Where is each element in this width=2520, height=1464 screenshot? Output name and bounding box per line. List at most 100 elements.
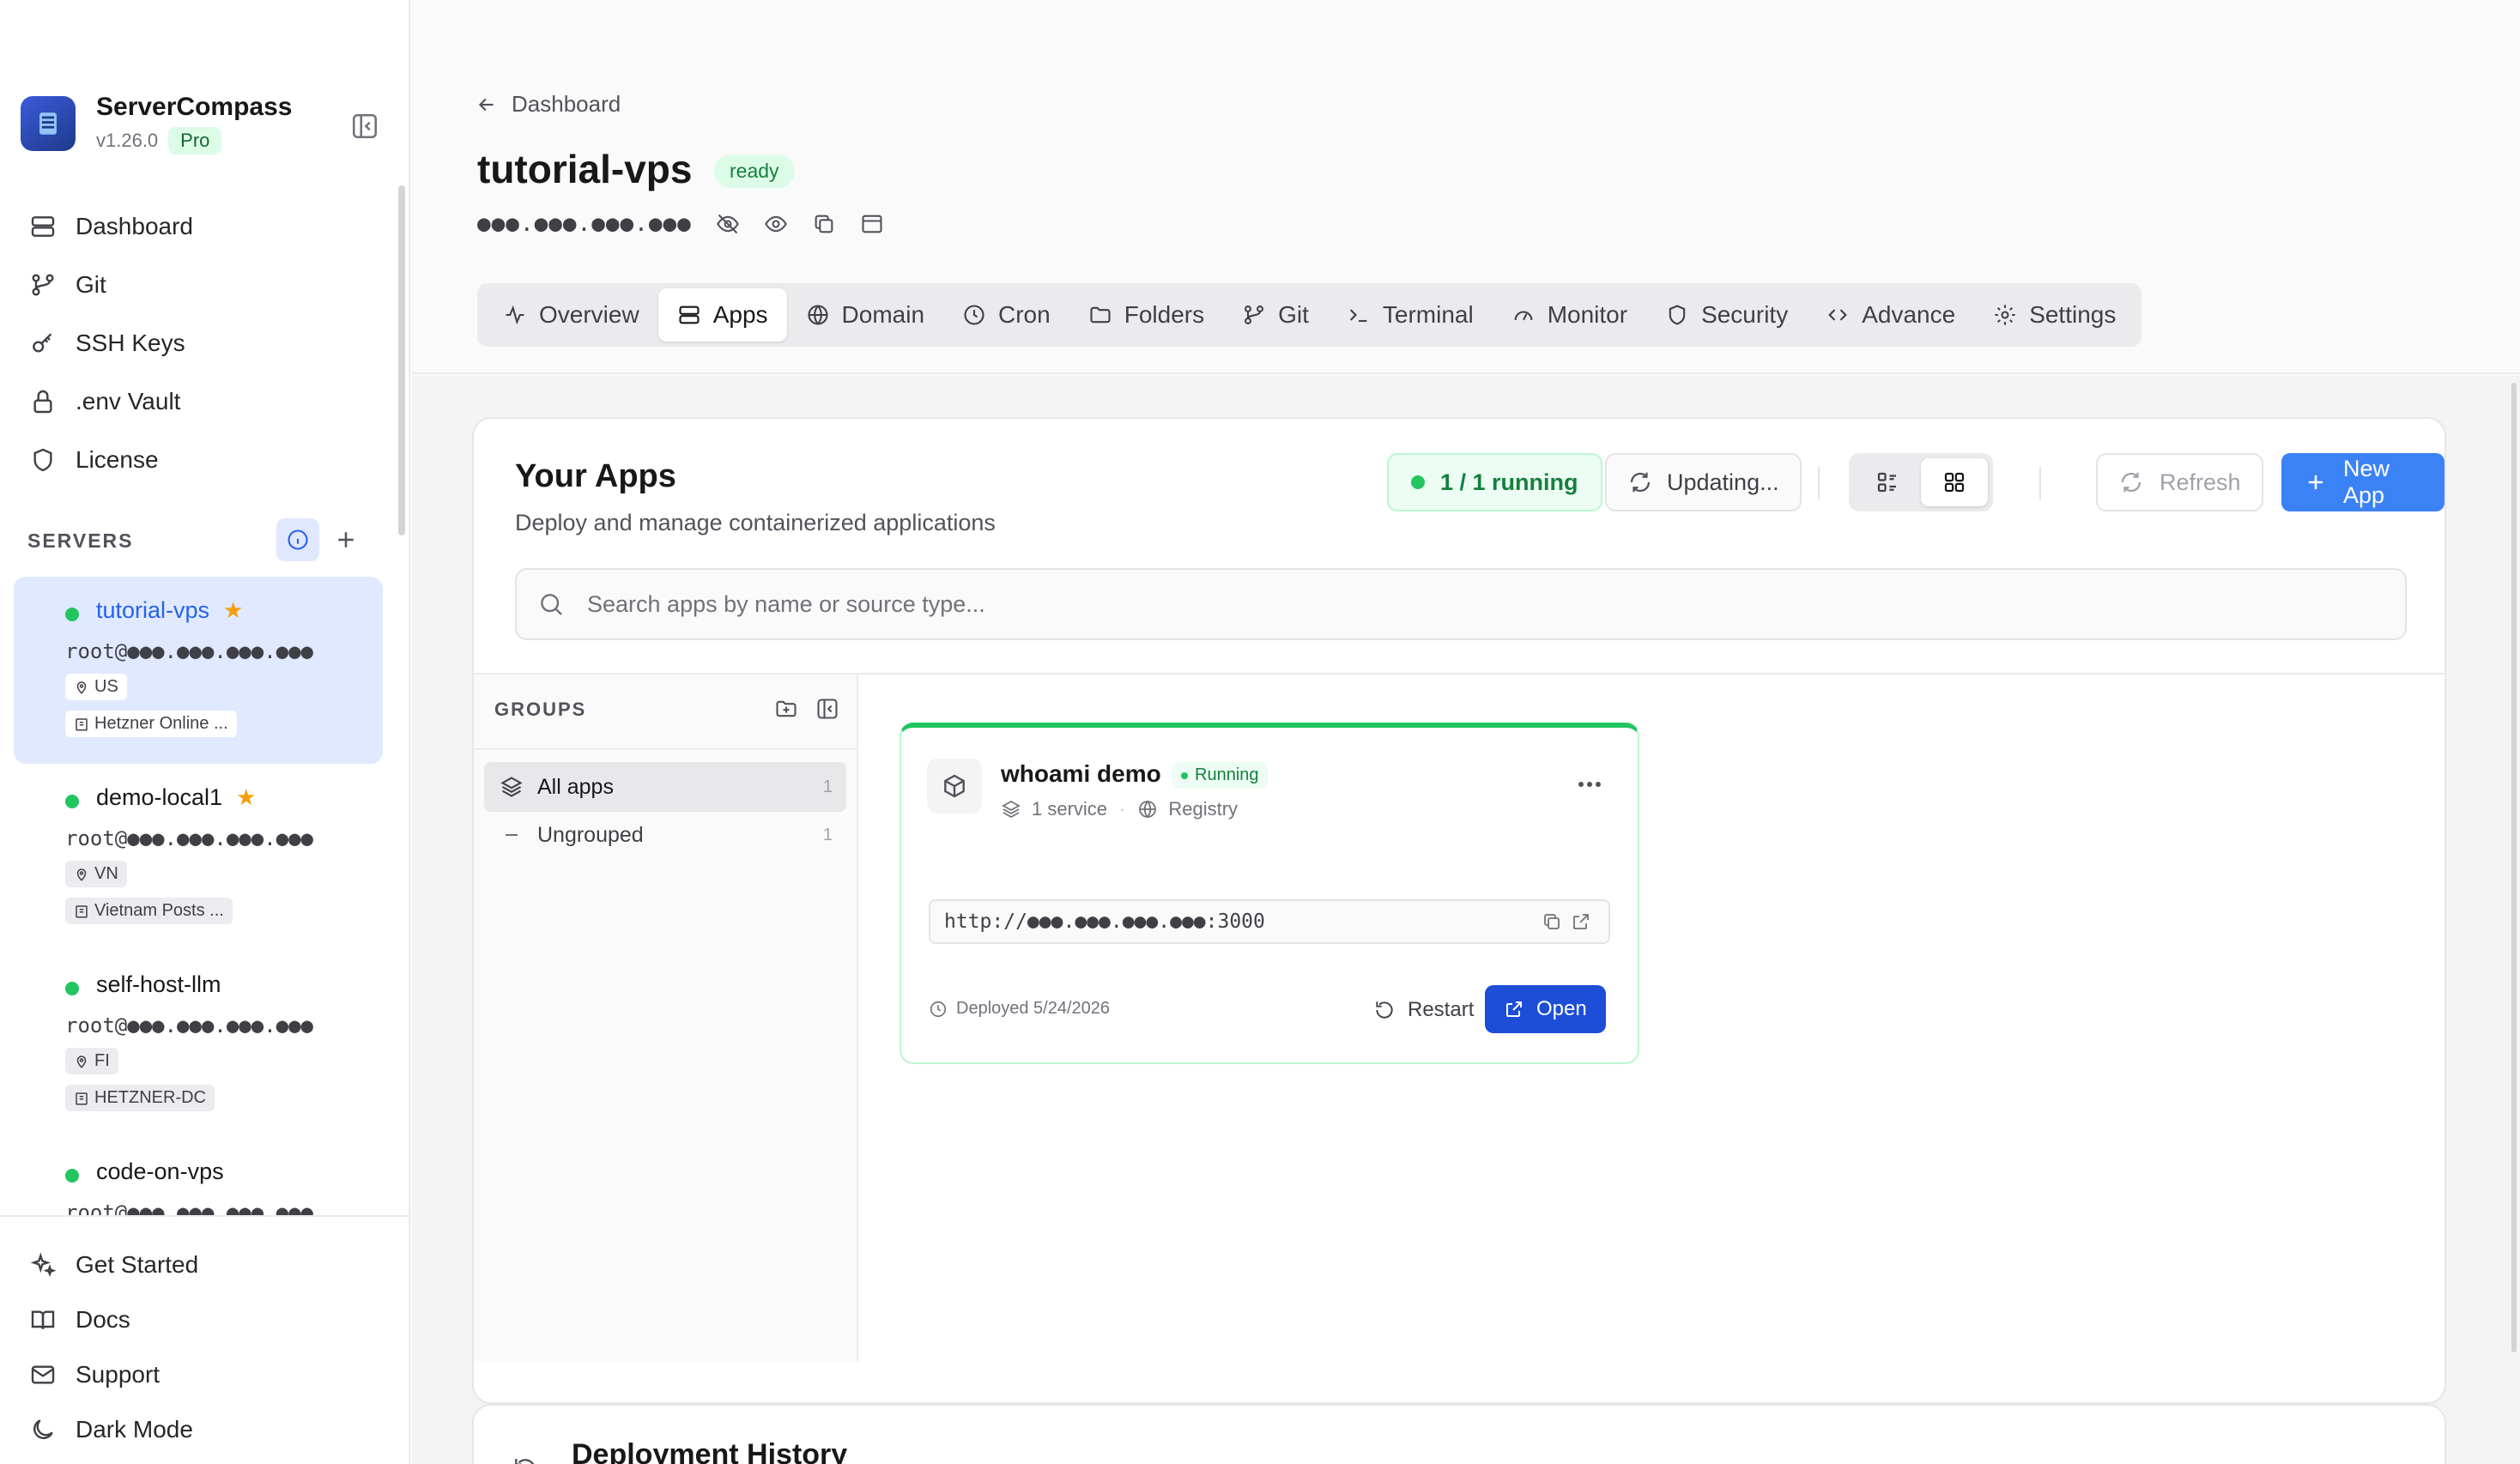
app-url: http://●●●.●●●.●●●.●●●:3000 bbox=[944, 910, 1265, 933]
server-login: root@●●●.●●●.●●●.●●● bbox=[65, 1201, 313, 1215]
tab-label: Git bbox=[1278, 301, 1309, 328]
updating-button[interactable]: Updating... bbox=[1605, 453, 1802, 511]
tab-folders[interactable]: Folders bbox=[1069, 288, 1223, 342]
arrow-left-icon bbox=[476, 94, 498, 116]
group-item-all-apps[interactable]: All apps 1 bbox=[484, 762, 846, 812]
server-tabs: Overview Apps Domain Cron Folders Git Te… bbox=[477, 283, 2142, 347]
nav-label: SSH Keys bbox=[76, 330, 185, 356]
search-input[interactable] bbox=[587, 590, 2304, 618]
location-label: US bbox=[94, 677, 118, 696]
server-item-code-on-vps[interactable]: code-on-vps root@●●●.●●●.●●●.●●● bbox=[14, 1138, 383, 1215]
sidebar-scrollbar[interactable] bbox=[398, 185, 405, 535]
nav-get-started[interactable]: Get Started bbox=[29, 1237, 409, 1292]
toolbar-divider bbox=[2039, 467, 2041, 499]
search-box bbox=[515, 568, 2407, 640]
grid-view-button[interactable] bbox=[1921, 458, 1988, 506]
group-count: 1 bbox=[822, 825, 833, 844]
nav-docs[interactable]: Docs bbox=[29, 1292, 409, 1347]
sidebar-bottom-nav: Get Started Docs Support Dark Mode bbox=[0, 1215, 409, 1464]
info-icon[interactable] bbox=[276, 518, 319, 561]
group-label: All apps bbox=[537, 774, 614, 799]
open-button[interactable]: Open bbox=[1485, 985, 1606, 1033]
tab-overview[interactable]: Overview bbox=[484, 288, 658, 342]
tab-terminal[interactable]: Terminal bbox=[1328, 288, 1493, 342]
source-type: Registry bbox=[1168, 798, 1239, 820]
tab-apps[interactable]: Apps bbox=[657, 288, 787, 342]
nav-git[interactable]: Git bbox=[29, 256, 193, 314]
ip-row: ●●●.●●●.●●●.●●● bbox=[477, 211, 884, 237]
list-view-button[interactable] bbox=[1854, 458, 1921, 506]
sidebar-collapse-icon[interactable] bbox=[350, 112, 379, 141]
nav-env-vault[interactable]: .env Vault bbox=[29, 372, 193, 431]
browser-window-icon[interactable] bbox=[860, 212, 884, 236]
nav-dashboard[interactable]: Dashboard bbox=[29, 197, 193, 256]
eye-icon[interactable] bbox=[764, 212, 788, 236]
nav-label: .env Vault bbox=[76, 388, 181, 414]
clock-icon bbox=[929, 1000, 948, 1019]
eye-off-icon[interactable] bbox=[716, 212, 740, 236]
app-version: v1.26.0 bbox=[96, 130, 159, 151]
server-item-tutorial-vps[interactable]: tutorial-vps ★ root@●●●.●●●.●●●.●●● US He… bbox=[14, 577, 383, 764]
tab-security[interactable]: Security bbox=[1646, 288, 1807, 342]
nav-ssh-keys[interactable]: SSH Keys bbox=[29, 314, 193, 372]
list-icon bbox=[1875, 469, 1900, 495]
new-app-button[interactable]: New App bbox=[2281, 453, 2444, 511]
moon-icon bbox=[29, 1416, 57, 1443]
copy-icon[interactable] bbox=[1542, 911, 1562, 932]
add-server-icon[interactable] bbox=[333, 527, 359, 553]
terminal-icon bbox=[1347, 303, 1371, 327]
app-url-field[interactable]: http://●●●.●●●.●●●.●●●:3000 bbox=[929, 899, 1610, 944]
server-login: root@●●●.●●●.●●●.●●● bbox=[65, 639, 313, 663]
service-count: 1 service bbox=[1032, 798, 1108, 820]
app-icon bbox=[927, 759, 982, 814]
nav-dark-mode[interactable]: Dark Mode bbox=[29, 1402, 409, 1457]
tab-git[interactable]: Git bbox=[1223, 288, 1328, 342]
new-folder-icon[interactable] bbox=[774, 697, 798, 721]
tab-settings[interactable]: Settings bbox=[1974, 288, 2135, 342]
copy-icon[interactable] bbox=[812, 212, 836, 236]
app-card[interactable]: whoami demo Running 1 service · Registry… bbox=[900, 723, 1639, 1064]
refresh-button[interactable]: Refresh bbox=[2096, 453, 2263, 511]
gear-icon bbox=[1993, 303, 2017, 327]
clock-icon bbox=[962, 303, 986, 327]
gauge-icon bbox=[1511, 303, 1536, 327]
server-item-demo-local1[interactable]: demo-local1 ★ root@●●●.●●●.●●●.●●● VN Vie… bbox=[14, 764, 383, 951]
location-tag: VN bbox=[65, 861, 127, 887]
tab-advance[interactable]: Advance bbox=[1807, 288, 1974, 342]
server-name: code-on-vps bbox=[96, 1158, 224, 1184]
app-status-badge: Running bbox=[1172, 762, 1268, 789]
external-link-icon bbox=[1504, 999, 1524, 1019]
map-pin-icon bbox=[76, 868, 87, 881]
globe-icon bbox=[806, 303, 830, 327]
provider-label: Hetzner Online ... bbox=[94, 714, 228, 733]
nav-label: Dark Mode bbox=[76, 1416, 193, 1443]
globe-icon bbox=[1137, 799, 1158, 820]
servers-header: SERVERS bbox=[27, 518, 371, 561]
map-pin-icon bbox=[76, 681, 87, 694]
nav-label: Get Started bbox=[76, 1251, 199, 1278]
sparkles-icon bbox=[29, 1251, 57, 1279]
location-label: FI bbox=[94, 1051, 110, 1070]
app-logo bbox=[21, 96, 76, 151]
building-icon bbox=[76, 717, 88, 730]
server-item-self-host-llm[interactable]: self-host-llm root@●●●.●●●.●●●.●●● FI HE… bbox=[14, 951, 383, 1138]
status-dot bbox=[1411, 475, 1425, 489]
view-toggle bbox=[1849, 453, 1993, 511]
tab-monitor[interactable]: Monitor bbox=[1493, 288, 1646, 342]
tab-label: Cron bbox=[998, 301, 1051, 328]
group-item-ungrouped[interactable]: Ungrouped 1 bbox=[484, 810, 846, 860]
code-icon bbox=[1826, 303, 1850, 327]
group-count: 1 bbox=[822, 777, 833, 796]
tab-domain[interactable]: Domain bbox=[787, 288, 943, 342]
meta-separator: · bbox=[1119, 798, 1126, 820]
activity-icon bbox=[503, 303, 527, 327]
main-scrollbar[interactable] bbox=[2511, 383, 2517, 1352]
panel-collapse-icon[interactable] bbox=[815, 697, 839, 721]
nav-license[interactable]: License bbox=[29, 431, 193, 489]
nav-support[interactable]: Support bbox=[29, 1347, 409, 1402]
external-link-icon[interactable] bbox=[1571, 911, 1591, 932]
more-options-icon[interactable] bbox=[1574, 776, 1605, 793]
breadcrumb-back[interactable]: Dashboard bbox=[476, 91, 621, 118]
tab-cron[interactable]: Cron bbox=[943, 288, 1069, 342]
restart-button[interactable]: Restart bbox=[1361, 987, 1486, 1033]
